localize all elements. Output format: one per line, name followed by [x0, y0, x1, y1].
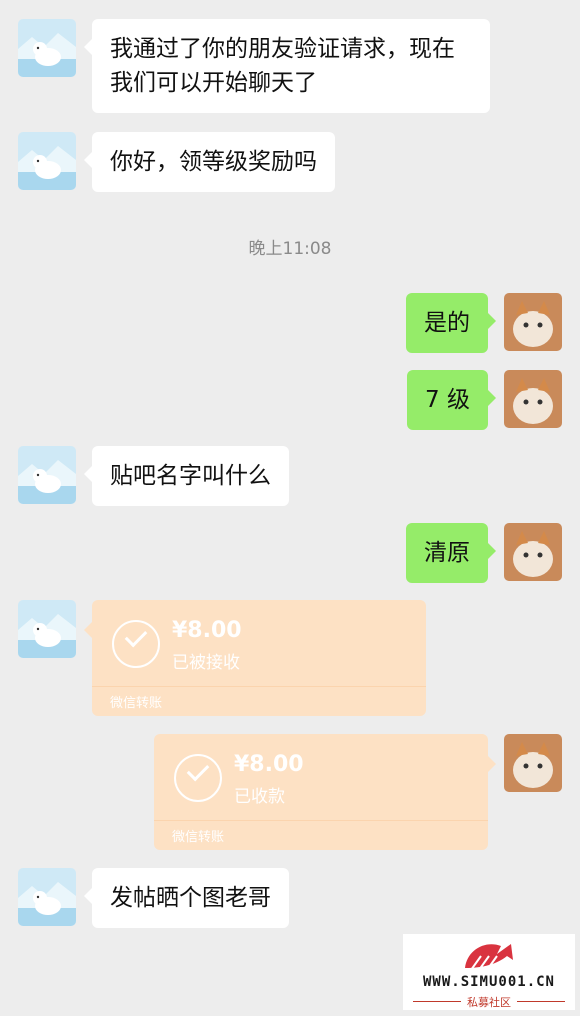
self-avatar[interactable]	[504, 523, 562, 581]
checkmark-circle-icon	[174, 754, 222, 802]
transfer-status: 已被接收	[172, 653, 240, 673]
message-text: 是的	[424, 310, 470, 336]
self-avatar[interactable]	[504, 734, 562, 792]
incoming-message-bubble[interactable]: 贴吧名字叫什么	[84, 446, 289, 506]
message-text: 我通过了你的朋友验证请求，现在我们可以开始聊天了	[110, 36, 455, 96]
message-text: 发帖晒个图老哥	[110, 885, 271, 911]
self-avatar[interactable]	[504, 293, 562, 351]
transfer-divider	[154, 820, 488, 821]
transfer-amount: ¥8.00	[172, 618, 242, 643]
contact-avatar[interactable]	[18, 446, 76, 504]
message-text: 贴吧名字叫什么	[110, 463, 271, 489]
transfer-status: 已收款	[234, 787, 285, 807]
incoming-message-bubble[interactable]: 你好，领等级奖励吗	[84, 132, 335, 192]
polar-bear-avatar-icon	[18, 19, 76, 77]
cat-avatar-icon	[504, 293, 562, 351]
transfer-card[interactable]: ¥8.00 已被接收 微信转账	[84, 600, 426, 716]
contact-avatar[interactable]	[18, 600, 76, 658]
watermark-logo-icon	[465, 944, 513, 971]
transfer-label: 微信转账	[110, 696, 163, 711]
outgoing-message-bubble[interactable]: 是的	[406, 293, 496, 353]
cat-avatar-icon	[504, 523, 562, 581]
contact-avatar[interactable]	[18, 132, 76, 190]
polar-bear-avatar-icon	[18, 868, 76, 926]
watermark-site: WWW.SIMU001.CN	[422, 974, 555, 990]
incoming-message-bubble[interactable]: 我通过了你的朋友验证请求，现在我们可以开始聊天了	[84, 19, 490, 113]
checkmark-circle-icon	[112, 620, 160, 668]
transfer-divider	[92, 686, 426, 687]
contact-avatar[interactable]	[18, 19, 76, 77]
watermark-name: 私募社区	[467, 996, 511, 1009]
transfer-card[interactable]: ¥8.00 已收款 微信转账	[154, 734, 496, 850]
polar-bear-avatar-icon	[18, 600, 76, 658]
watermark: WWW.SIMU001.CN 私募社区	[403, 934, 575, 1010]
self-avatar[interactable]	[504, 370, 562, 428]
message-text: 清原	[424, 540, 470, 566]
transfer-amount: ¥8.00	[234, 752, 304, 777]
chat-timestamp: 晚上11:08	[248, 239, 332, 259]
message-text: 7 级	[425, 387, 470, 413]
polar-bear-avatar-icon	[18, 132, 76, 190]
outgoing-message-bubble[interactable]: 7 级	[407, 370, 496, 430]
transfer-label: 微信转账	[172, 830, 225, 845]
polar-bear-avatar-icon	[18, 446, 76, 504]
cat-avatar-icon	[504, 734, 562, 792]
cat-avatar-icon	[504, 370, 562, 428]
message-text: 你好，领等级奖励吗	[110, 149, 317, 175]
outgoing-message-bubble[interactable]: 清原	[406, 523, 496, 583]
watermark-divider-right	[517, 1001, 565, 1002]
contact-avatar[interactable]	[18, 868, 76, 926]
incoming-message-bubble[interactable]: 发帖晒个图老哥	[84, 868, 289, 928]
